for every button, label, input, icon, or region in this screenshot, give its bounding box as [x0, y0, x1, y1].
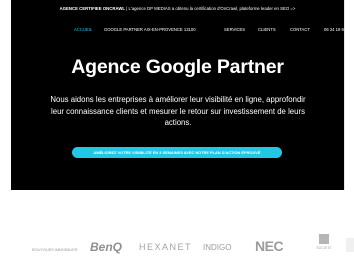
announcement-bar[interactable]: AGENCE CERTIFIEE ONCRAWL | L'agence DP M…: [11, 6, 344, 11]
client-logo-bouygues: BOUYGUES IMMOBILIER: [32, 247, 78, 252]
scroll-edge: [344, 0, 345, 190]
societe-logo-text: SOCIETE: [316, 246, 332, 250]
nav-item-phone[interactable]: 06 24 19 60: [324, 27, 346, 32]
societe-logo-icon: [319, 234, 329, 244]
nav-item-accueil[interactable]: ACCUEIL: [74, 27, 92, 32]
client-logo-indigo: INDIGO: [203, 243, 232, 252]
client-logo-hexanet: HEXANET: [139, 242, 193, 252]
main-nav: ACCUEIL GOOGLE PARTNER AIX-EN-PROVENCE 1…: [11, 27, 346, 35]
announcement-text: | L'agence DP MEDIAS a obtenu la certifi…: [125, 6, 296, 11]
announcement-badge: AGENCE CERTIFIEE ONCRAWL: [59, 6, 126, 11]
client-logo-partial: [346, 238, 354, 252]
nav-item-services[interactable]: SERVICES: [224, 27, 245, 32]
cta-button[interactable]: AMÉLIOREZ VOTRE VISIBILITÉ EN 3 SEMAINES…: [72, 147, 282, 158]
hero-title: Agence Google Partner: [71, 56, 284, 78]
nav-item-google-partner[interactable]: GOOGLE PARTNER AIX-EN-PROVENCE 13100: [104, 27, 196, 32]
client-logo-benq: BenQ: [90, 240, 123, 254]
nav-item-contact[interactable]: CONTACT: [290, 27, 310, 32]
hero-section: AGENCE CERTIFIEE ONCRAWL | L'agence DP M…: [11, 0, 346, 190]
hero-subtitle: Nous aidons les entreprises à améliorer …: [50, 95, 306, 127]
client-logo-societe: SOCIETE: [314, 234, 334, 250]
nav-item-clients[interactable]: CLIENTS: [258, 27, 276, 32]
client-logo-nec: NEC: [255, 238, 284, 254]
